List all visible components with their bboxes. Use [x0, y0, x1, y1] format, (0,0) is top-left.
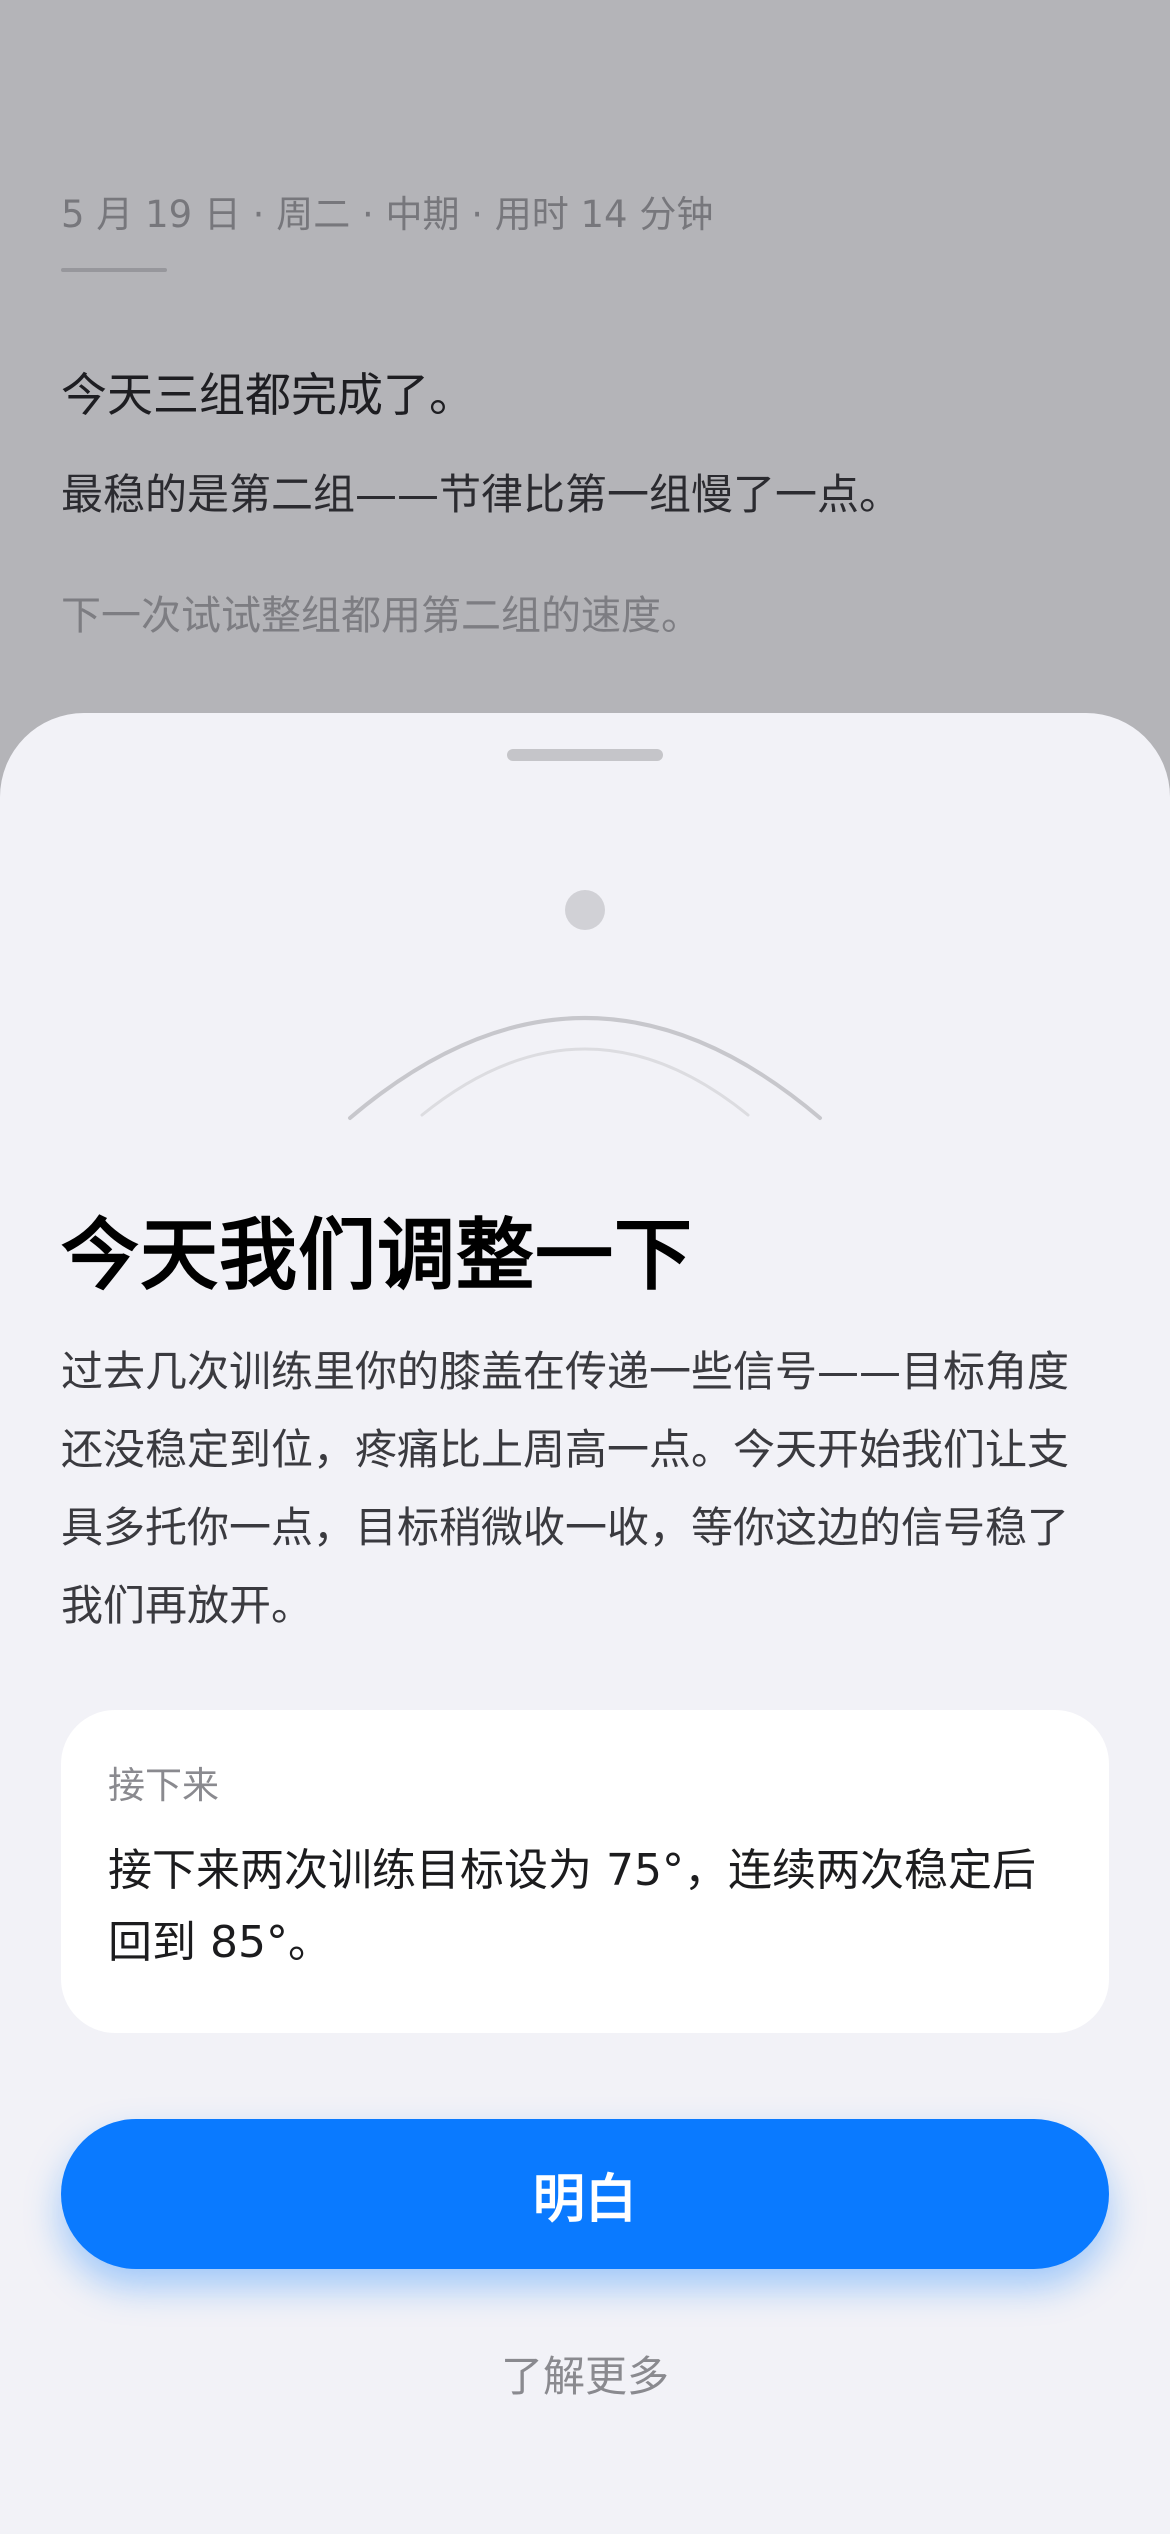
knee-arc-icon — [348, 890, 822, 1120]
sheet-grabber[interactable] — [507, 749, 663, 761]
adjustment-sheet: 今天我们调整一下 过去几次训练里你的膝盖在传递一些信号——目标角度还没稳定到位，… — [0, 713, 1170, 2534]
next-steps-text: 接下来两次训练目标设为 75°，连续两次稳定后回到 85°。 — [108, 1845, 1036, 1968]
knee-dot — [565, 890, 605, 930]
sheet-body: 过去几次训练里你的膝盖在传递一些信号——目标角度还没稳定到位，疼痛比上周高一点。… — [61, 1347, 1070, 1630]
summary-body: 最稳的是第二组——节律比第一组慢了一点。 — [61, 470, 902, 519]
summary-hint: 下一次试试整组都用第二组的速度。 — [61, 593, 701, 639]
sheet-title: 今天我们调整一下 — [61, 1211, 694, 1301]
next-steps-card: 接下来 接下来两次训练目标设为 75°，连续两次稳定后回到 85°。 — [61, 1710, 1109, 2033]
learn-more-link[interactable]: 了解更多 — [0, 2343, 1170, 2404]
summary-headline: 今天三组都完成了。 — [61, 368, 475, 422]
session-meta: 5 月 19 日 · 周二 · 中期 · 用时 14 分钟 — [61, 193, 714, 236]
next-steps-label: 接下来 — [108, 1764, 219, 1807]
background-summary: 5 月 19 日 · 周二 · 中期 · 用时 14 分钟 今天三组都完成了。 … — [0, 0, 1170, 760]
acknowledge-button[interactable]: 明白 — [61, 2119, 1109, 2269]
inner-arc — [420, 1047, 750, 1117]
divider — [61, 268, 167, 272]
outer-arc — [348, 1016, 822, 1120]
